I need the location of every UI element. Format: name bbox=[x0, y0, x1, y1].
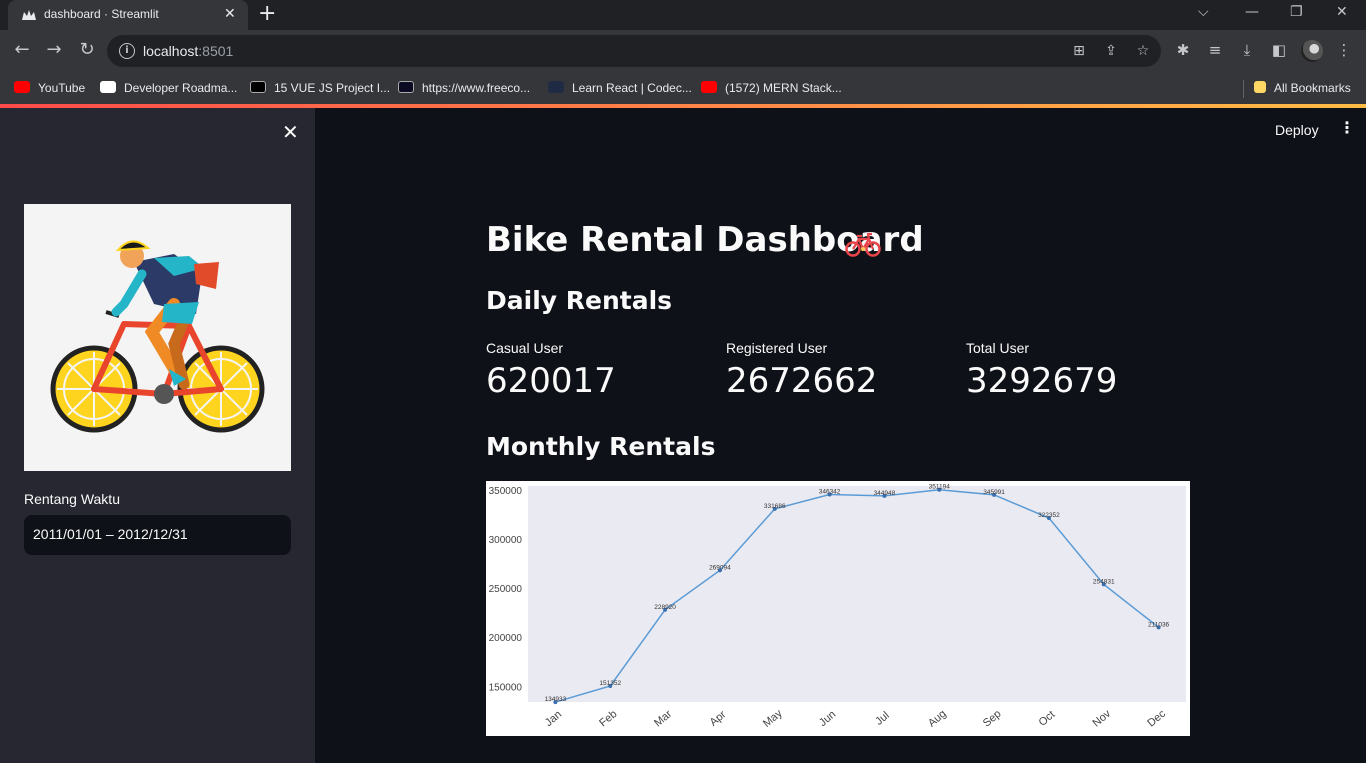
bookmark-youtube[interactable]: YouTube bbox=[14, 79, 85, 97]
browser-toolbar: ← → ↻ i localhost:8501 ⊞ ⇪ ☆ ✱ ≡ ⤓ ◧ ⋮ bbox=[0, 30, 1366, 72]
x-tick-label: Mar bbox=[652, 708, 674, 730]
main-menu-icon[interactable]: ⋮ bbox=[1339, 120, 1355, 136]
date-range-value: 2011/01/01 – 2012/12/31 bbox=[33, 526, 188, 542]
sidebar: ✕ Rentang Waktu 2011/01/01 – 2012/12/31 bbox=[0, 108, 315, 763]
profile-avatar[interactable] bbox=[1301, 40, 1323, 62]
data-label: 344948 bbox=[874, 490, 896, 497]
star-icon[interactable]: ☆ bbox=[1134, 42, 1152, 60]
close-window-icon[interactable]: ✕ bbox=[1336, 4, 1348, 20]
folder-icon bbox=[1254, 81, 1266, 93]
data-label: 269094 bbox=[709, 564, 731, 571]
data-label: 134933 bbox=[545, 696, 567, 703]
x-tick-label: Jul bbox=[873, 710, 891, 728]
share-icon[interactable]: ⇪ bbox=[1102, 42, 1120, 60]
bookmark-freecodecamp[interactable]: https://www.freeco... bbox=[398, 79, 530, 97]
daily-rentals-heading: Daily Rentals bbox=[486, 286, 673, 315]
close-sidebar-icon[interactable]: ✕ bbox=[282, 122, 299, 142]
chevron-down-icon[interactable]: ⌵ bbox=[1198, 4, 1209, 20]
metric-label: Casual User bbox=[486, 340, 564, 356]
media-icon[interactable]: ≡ bbox=[1205, 40, 1225, 60]
data-label: 151352 bbox=[599, 680, 621, 687]
data-label: 322352 bbox=[1038, 512, 1060, 519]
data-label: 211036 bbox=[1148, 621, 1170, 628]
date-range-label: Rentang Waktu bbox=[24, 491, 120, 507]
dev-icon bbox=[250, 81, 266, 93]
y-tick-label: 300000 bbox=[489, 535, 523, 546]
data-label: 331686 bbox=[764, 503, 786, 510]
data-label: 345991 bbox=[983, 489, 1005, 496]
data-label: 351194 bbox=[929, 484, 951, 491]
youtube-icon bbox=[14, 81, 30, 93]
extensions-icon[interactable]: ✱ bbox=[1173, 40, 1193, 60]
forward-icon[interactable]: → bbox=[43, 39, 65, 61]
y-tick-label: 200000 bbox=[489, 633, 523, 644]
metric-value: 2672662 bbox=[726, 361, 878, 401]
x-tick-label: Feb bbox=[597, 708, 619, 729]
close-tab-icon[interactable]: ✕ bbox=[224, 6, 236, 22]
all-bookmarks[interactable]: All Bookmarks bbox=[1254, 79, 1351, 97]
streamlit-crown-icon bbox=[22, 10, 36, 20]
data-label: 254831 bbox=[1093, 578, 1115, 585]
x-tick-label: Dec bbox=[1145, 707, 1168, 729]
x-tick-label: Aug bbox=[926, 708, 949, 730]
x-tick-label: Oct bbox=[1037, 709, 1058, 729]
monthly-rentals-chart: 150000 200000 250000 300000 350000 134933 1513… bbox=[486, 481, 1190, 736]
deploy-button[interactable]: Deploy bbox=[1275, 122, 1319, 138]
bookmark-codecademy[interactable]: Learn React | Codec... bbox=[548, 79, 692, 97]
y-tick-label: 250000 bbox=[489, 584, 523, 595]
freecodecamp-icon bbox=[398, 81, 414, 93]
site-info-icon[interactable]: i bbox=[119, 43, 135, 59]
bicycle-emoji-icon bbox=[845, 232, 881, 257]
x-tick-label: Jan bbox=[543, 708, 564, 729]
metric-value: 3292679 bbox=[966, 361, 1118, 401]
x-tick-label: Nov bbox=[1090, 707, 1113, 729]
metric-value: 620017 bbox=[486, 361, 616, 401]
date-range-input[interactable]: 2011/01/01 – 2012/12/31 bbox=[24, 515, 291, 555]
browser-tabstrip: dashboard · Streamlit ✕ + ⌵ — ❐ ✕ bbox=[0, 0, 1366, 30]
metric-label: Registered User bbox=[726, 340, 828, 356]
data-label: 346342 bbox=[819, 489, 841, 496]
codecademy-icon bbox=[548, 81, 564, 93]
monthly-rentals-heading: Monthly Rentals bbox=[486, 432, 716, 461]
roadmap-icon bbox=[100, 81, 116, 93]
bookmarks-bar: YouTube Developer Roadma... 15 VUE JS Pr… bbox=[0, 72, 1366, 104]
bookmark-dev[interactable]: 15 VUE JS Project I... bbox=[250, 79, 390, 97]
y-tick-label: 150000 bbox=[489, 682, 523, 693]
line-chart-svg: 150000 200000 250000 300000 350000 134933 1513… bbox=[489, 484, 1186, 730]
y-tick-label: 350000 bbox=[489, 486, 523, 497]
data-label: 228920 bbox=[654, 604, 676, 611]
new-tab-icon[interactable]: + bbox=[258, 3, 276, 25]
tab-title: dashboard · Streamlit bbox=[44, 7, 159, 21]
reload-icon[interactable]: ↻ bbox=[76, 39, 98, 61]
side-panel-icon[interactable]: ◧ bbox=[1269, 40, 1289, 60]
x-tick-label: Apr bbox=[708, 708, 729, 728]
bookmarks-divider bbox=[1243, 80, 1244, 98]
url-text[interactable]: localhost:8501 bbox=[143, 43, 233, 59]
bookmark-mern[interactable]: (1572) MERN Stack... bbox=[701, 79, 842, 97]
x-tick-label: Jun bbox=[817, 708, 838, 729]
metric-total: Total User 3292679 bbox=[966, 340, 1117, 401]
bookmark-roadmap[interactable]: Developer Roadma... bbox=[100, 79, 237, 97]
browser-tab[interactable]: dashboard · Streamlit ✕ bbox=[8, 0, 248, 30]
address-bar[interactable]: i localhost:8501 ⊞ ⇪ ☆ bbox=[107, 35, 1161, 67]
youtube-icon bbox=[701, 81, 717, 93]
metric-casual: Casual User 620017 bbox=[486, 340, 616, 401]
download-icon[interactable]: ⤓ bbox=[1237, 40, 1257, 60]
cyclist-illustration bbox=[50, 240, 265, 433]
back-icon[interactable]: ← bbox=[11, 39, 33, 61]
main-content: Deploy ⋮ Bike Rental Dashboard Daily Ren… bbox=[315, 108, 1366, 763]
plot-area bbox=[528, 486, 1186, 702]
translate-icon[interactable]: ⊞ bbox=[1070, 42, 1088, 60]
x-tick-label: Sep bbox=[981, 708, 1004, 730]
metric-label: Total User bbox=[966, 340, 1030, 356]
minimize-icon[interactable]: — bbox=[1245, 4, 1259, 20]
browser-menu-icon[interactable]: ⋮ bbox=[1334, 40, 1354, 60]
cyclist-image bbox=[24, 204, 291, 471]
restore-icon[interactable]: ❐ bbox=[1290, 4, 1303, 20]
x-tick-label: May bbox=[761, 707, 785, 730]
metric-registered: Registered User 2672662 bbox=[726, 340, 877, 401]
